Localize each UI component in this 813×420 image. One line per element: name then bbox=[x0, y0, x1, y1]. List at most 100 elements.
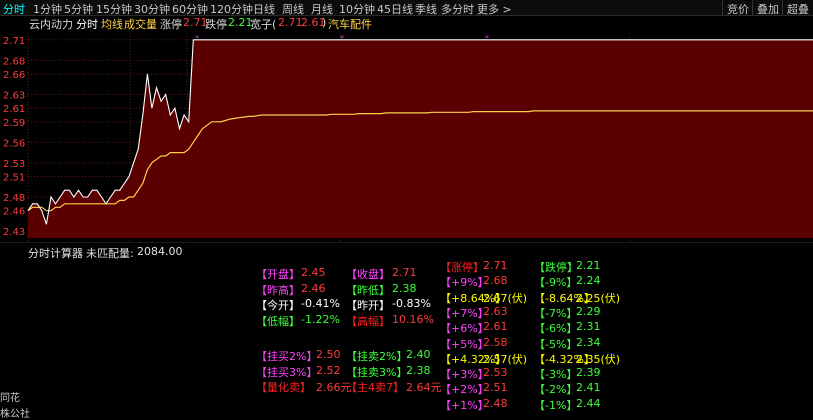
unmatched-value: 2084.00 bbox=[137, 245, 183, 258]
calc-down-target-value: 2.39 bbox=[576, 366, 601, 380]
calc-left-label: 【今开】 bbox=[256, 299, 300, 312]
calc-left-label: 【昨高】 bbox=[256, 283, 300, 297]
limit-up-value: 2.71 bbox=[183, 16, 208, 29]
calculator-title: 分时计算器 bbox=[28, 247, 83, 260]
period-tab-bar: 分时 1分钟 5分钟 15分钟 30分钟 60分钟 120分钟 日线 周线 月线… bbox=[0, 0, 813, 16]
tab-quarterly[interactable]: 季线 bbox=[415, 1, 437, 17]
volume-label[interactable]: 成交量 bbox=[124, 16, 157, 32]
calc-up-target-value: 2.57(伏) bbox=[483, 352, 528, 366]
y-tick-label: 2.51 bbox=[3, 173, 25, 184]
calc-up-target-value: 2.51 bbox=[483, 381, 508, 395]
sector-label[interactable]: 汽车配件 bbox=[328, 16, 372, 32]
calc-up-target-label: 【+6%】 bbox=[440, 322, 489, 336]
timeshare-chart[interactable]: 2.71 2.68 2.66 2.63 2.61 2.59 2.56 2.53 2.51 2.48… bbox=[0, 31, 813, 243]
y-tick-label: 2.66 bbox=[3, 70, 25, 81]
calc-right-value: 2.71 bbox=[392, 266, 417, 279]
mode-label: 分时 bbox=[76, 18, 98, 31]
calc-up-target-label: 【+3%】 bbox=[440, 368, 489, 382]
calc-down-target-value: 2.31 bbox=[576, 320, 601, 334]
tab-more[interactable]: 更多 > bbox=[477, 1, 512, 17]
calc-down-target-label: 【-3%】 bbox=[534, 368, 578, 382]
calc-right-order-value: 2.38 bbox=[406, 363, 431, 377]
tab-daily[interactable]: 日线 bbox=[253, 1, 275, 17]
y-tick-label: 2.71 bbox=[3, 36, 25, 47]
tab-timeshare[interactable]: 分时 bbox=[3, 1, 25, 17]
chart-info-bar: 云内动力 分时 均线 成交量 涨停 2.71 跌停 2.21 宽子( 2.71 … bbox=[0, 16, 813, 32]
tab-60min[interactable]: 60分钟 bbox=[172, 1, 208, 17]
calc-left-value: 2.45 bbox=[301, 266, 326, 279]
calc-down-target-label: 【-9%】 bbox=[534, 276, 578, 290]
calc-up-target-value: 2.61 bbox=[483, 320, 508, 334]
calc-right-value: -0.83% bbox=[392, 297, 431, 310]
avg-line-label[interactable]: 均线 bbox=[101, 16, 123, 32]
calc-right-value: 10.16% bbox=[392, 312, 434, 326]
event-marker: * bbox=[340, 34, 344, 43]
tab-120min[interactable]: 120分钟 bbox=[210, 1, 253, 17]
calc-up-target-label: 【+7%】 bbox=[440, 306, 489, 320]
calc-down-target-value: 2.34 bbox=[576, 335, 601, 349]
price-fill-area bbox=[28, 39, 813, 238]
y-axis-labels: 2.71 2.68 2.66 2.63 2.61 2.59 2.56 2.53 2.51 2.48… bbox=[3, 36, 25, 238]
calc-up-target-value: 2.67(伏) bbox=[483, 291, 528, 305]
tab-10min[interactable]: 10分钟 bbox=[339, 1, 375, 17]
tab-30min[interactable]: 30分钟 bbox=[134, 1, 170, 17]
y-tick-label: 2.43 bbox=[3, 227, 25, 238]
event-marker: * bbox=[195, 34, 199, 43]
calc-down-target-label: 【跌停】 bbox=[534, 261, 578, 274]
tab-1min[interactable]: 1分钟 bbox=[33, 1, 62, 17]
tab-5min[interactable]: 5分钟 bbox=[64, 1, 93, 17]
calc-up-target-value: 2.53 bbox=[483, 366, 508, 380]
y-tick-label: 2.46 bbox=[3, 207, 25, 218]
calc-right-order-label: 【挂卖3%】 bbox=[346, 365, 408, 379]
calc-down-target-value: 2.21 bbox=[576, 259, 601, 272]
calc-down-target-label: 【-6%】 bbox=[534, 322, 578, 336]
y-tick-label: 2.56 bbox=[3, 138, 25, 149]
calc-left-order-label: 【挂买3%】 bbox=[256, 365, 318, 379]
left-panel-text: 同花 bbox=[0, 393, 20, 404]
calc-down-target-label: 【-5%】 bbox=[534, 337, 578, 351]
calc-right-order-label: 【主4卖7】 bbox=[346, 381, 404, 394]
calc-left-order-label: 【量化卖】 bbox=[256, 381, 311, 394]
calc-up-target-value: 2.71 bbox=[483, 259, 508, 272]
overlay-button[interactable]: 叠加 bbox=[752, 0, 783, 16]
calc-up-target-value: 2.58 bbox=[483, 335, 508, 349]
super-overlay-button[interactable]: 超叠 bbox=[782, 0, 813, 16]
y-tick-label: 2.68 bbox=[3, 56, 25, 67]
calc-down-target-value: 2.35(伏) bbox=[576, 352, 621, 366]
calc-right-order-label: 【挂卖2%】 bbox=[346, 350, 408, 363]
tab-multi-timeshare[interactable]: 多分时 bbox=[441, 1, 474, 17]
calc-left-label: 【低幅】 bbox=[256, 314, 300, 328]
event-marker: * bbox=[485, 34, 489, 43]
calc-right-value: 2.38 bbox=[392, 281, 417, 295]
calc-left-order-label: 【挂买2%】 bbox=[256, 350, 318, 363]
calc-down-target-label: 【-7%】 bbox=[534, 306, 578, 320]
calc-down-target-label: 【-2%】 bbox=[534, 383, 578, 397]
calc-up-target-label: 【+2%】 bbox=[440, 383, 489, 397]
tab-weekly[interactable]: 周线 bbox=[282, 1, 304, 17]
limit-up-label: 涨停 bbox=[160, 18, 182, 31]
tab-45day[interactable]: 45日线 bbox=[377, 1, 413, 17]
y-tick-label: 2.63 bbox=[3, 91, 25, 102]
range-high-value: 2.71 bbox=[278, 16, 303, 29]
calc-up-target-value: 2.63 bbox=[483, 304, 508, 318]
tab-monthly[interactable]: 月线 bbox=[311, 1, 333, 17]
calc-left-order-value: 2.50 bbox=[316, 348, 341, 361]
limit-down-label: 跌停 bbox=[205, 18, 227, 31]
calc-up-target-value: 2.48 bbox=[483, 396, 508, 410]
unmatched-label: 未匹配量: bbox=[86, 247, 134, 260]
tab-15min[interactable]: 15分钟 bbox=[96, 1, 132, 17]
calc-up-target-label: 【+9%】 bbox=[440, 276, 489, 290]
calc-right-order-value: 2.40 bbox=[406, 348, 431, 361]
calc-down-target-value: 2.29 bbox=[576, 304, 601, 318]
calc-down-target-value: 2.41 bbox=[576, 381, 601, 395]
calc-right-order-value: 2.64元 bbox=[406, 381, 442, 394]
calc-down-target-label: 【-1%】 bbox=[534, 398, 578, 412]
calc-up-target-value: 2.68 bbox=[483, 274, 508, 288]
y-tick-label: 2.61 bbox=[3, 104, 25, 115]
calc-left-order-value: 2.52 bbox=[316, 363, 341, 377]
limit-down-value: 2.21 bbox=[228, 16, 253, 29]
auction-button[interactable]: 竞价 bbox=[722, 0, 753, 16]
calc-right-label: 【昨低】 bbox=[346, 283, 390, 297]
calc-down-target-value: 2.44 bbox=[576, 396, 601, 410]
calc-up-target-label: 【涨停】 bbox=[440, 261, 484, 274]
